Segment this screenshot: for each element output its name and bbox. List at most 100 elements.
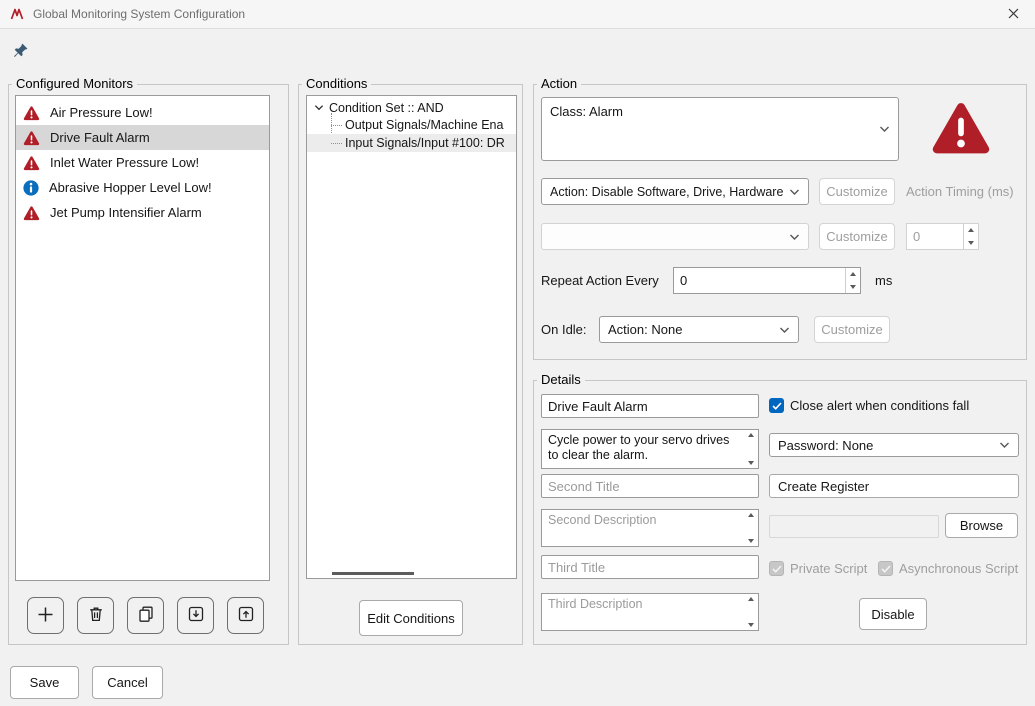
monitor-item-label: Air Pressure Low!: [50, 105, 153, 120]
chevron-down-icon: [789, 188, 800, 195]
spinner-buttons: [845, 268, 860, 293]
monitor-list-item[interactable]: Jet Pump Intensifier Alarm: [16, 200, 269, 225]
alert-title-input[interactable]: [541, 394, 759, 418]
warning-icon: [23, 105, 40, 121]
on-idle-label: On Idle:: [541, 322, 587, 337]
customize-idle-button[interactable]: Customize: [814, 316, 890, 343]
close-alert-checkbox[interactable]: Close alert when conditions fall: [769, 398, 969, 413]
scroll-down-icon[interactable]: [748, 461, 754, 465]
second-title-input[interactable]: [541, 474, 759, 498]
private-script-checkbox[interactable]: Private Script: [769, 561, 867, 576]
monitor-list[interactable]: Air Pressure Low! Drive Fault Alarm Inle…: [15, 95, 270, 581]
alert-description-input[interactable]: Cycle power to your servo drives to clea…: [542, 430, 743, 468]
browse-button[interactable]: Browse: [945, 513, 1018, 538]
scroll-arrows: [744, 431, 757, 467]
repeat-action-label: Repeat Action Every: [541, 273, 659, 288]
spinner-buttons: [963, 224, 978, 249]
conditions-tree[interactable]: Condition Set :: AND Output Signals/Mach…: [306, 95, 517, 579]
title-bar: Global Monitoring System Configuration: [0, 0, 1035, 29]
scroll-down-icon[interactable]: [748, 623, 754, 627]
customize-secondary-button[interactable]: Customize: [819, 223, 895, 250]
window: Global Monitoring System Configuration C…: [0, 0, 1035, 706]
action-label: Action: [537, 76, 581, 91]
save-button[interactable]: Save: [10, 666, 79, 699]
action-group: Action Class: Alarm Action: Disable Soft…: [533, 84, 1027, 360]
monitor-item-label: Abrasive Hopper Level Low!: [49, 180, 212, 195]
import-monitor-button[interactable]: [177, 597, 214, 634]
action-timing-input[interactable]: [907, 224, 962, 249]
monitor-list-item[interactable]: Drive Fault Alarm: [16, 125, 269, 150]
monitor-item-label: Inlet Water Pressure Low!: [50, 155, 199, 170]
action-combobox[interactable]: Action: Disable Software, Drive, Hardwar…: [541, 178, 809, 205]
spin-down-button[interactable]: [964, 237, 978, 250]
third-description-input[interactable]: [542, 594, 743, 630]
scroll-down-icon[interactable]: [748, 539, 754, 543]
class-combobox-value: Class: Alarm: [550, 104, 623, 119]
secondary-action-combobox[interactable]: [541, 223, 809, 250]
scroll-up-icon[interactable]: [748, 433, 754, 437]
tree-node-root[interactable]: Condition Set :: AND: [307, 96, 516, 116]
export-monitor-button[interactable]: [227, 597, 264, 634]
horizontal-scrollbar[interactable]: [332, 572, 414, 575]
spin-up-button[interactable]: [964, 224, 978, 237]
monitor-list-item[interactable]: Air Pressure Low!: [16, 100, 269, 125]
repeat-interval-spinner[interactable]: [673, 267, 861, 294]
spin-up-button[interactable]: [846, 268, 860, 281]
async-script-label: Asynchronous Script: [899, 561, 1018, 576]
scroll-up-icon[interactable]: [748, 597, 754, 601]
tree-node-label: Condition Set :: AND: [329, 101, 444, 115]
chevron-down-icon: [879, 126, 890, 133]
checkbox-disabled-icon: [769, 561, 784, 576]
chevron-down-icon: [999, 442, 1010, 449]
customize-action-button[interactable]: Customize: [819, 178, 895, 205]
cancel-button[interactable]: Cancel: [92, 666, 163, 699]
window-title: Global Monitoring System Configuration: [33, 7, 245, 21]
add-monitor-button[interactable]: [27, 597, 64, 634]
idle-action-combobox[interactable]: Action: None: [599, 316, 799, 343]
async-script-checkbox[interactable]: Asynchronous Script: [878, 561, 1018, 576]
create-register-button[interactable]: Create Register: [769, 474, 1019, 498]
edit-conditions-button[interactable]: Edit Conditions: [359, 600, 463, 636]
scroll-up-icon[interactable]: [748, 513, 754, 517]
conditions-label: Conditions: [302, 76, 371, 91]
script-path-input[interactable]: [769, 515, 939, 538]
delete-monitor-button[interactable]: [77, 597, 114, 634]
tree-node-label: Output Signals/Machine Ena: [345, 118, 503, 132]
third-title-input[interactable]: [541, 555, 759, 579]
details-group: Details Close alert when conditions fall…: [533, 380, 1027, 645]
action-timing-spinner[interactable]: [906, 223, 979, 250]
repeat-interval-input[interactable]: [674, 268, 844, 293]
warning-icon: [23, 205, 40, 221]
alarm-warning-icon: [930, 99, 992, 156]
private-script-label: Private Script: [790, 561, 867, 576]
spin-down-button[interactable]: [846, 281, 860, 294]
monitor-item-label: Drive Fault Alarm: [50, 130, 150, 145]
pin-icon[interactable]: [12, 42, 29, 62]
scroll-arrows: [744, 595, 757, 629]
close-icon: [1008, 7, 1019, 22]
action-combobox-value: Action: Disable Software, Drive, Hardwar…: [550, 185, 783, 199]
export-icon: [236, 604, 256, 627]
monitor-item-label: Jet Pump Intensifier Alarm: [50, 205, 202, 220]
copy-monitor-button[interactable]: [127, 597, 164, 634]
chevron-down-icon[interactable]: [314, 104, 324, 111]
idle-action-combobox-value: Action: None: [608, 322, 682, 337]
alert-description-field: Cycle power to your servo drives to clea…: [541, 429, 759, 469]
configured-monitors-group: Configured Monitors Air Pressure Low! Dr…: [8, 84, 289, 645]
monitor-toolbar: [27, 597, 264, 634]
password-combobox[interactable]: Password: None: [769, 433, 1019, 457]
tree-node-child[interactable]: Input Signals/Input #100: DR: [307, 134, 516, 152]
tree-children: Output Signals/Machine Ena Input Signals…: [307, 116, 516, 152]
monitor-list-item[interactable]: Inlet Water Pressure Low!: [16, 150, 269, 175]
monitor-list-item[interactable]: Abrasive Hopper Level Low!: [16, 175, 269, 200]
info-icon: [23, 180, 39, 196]
configured-monitors-label: Configured Monitors: [12, 76, 137, 91]
close-alert-checkbox-label: Close alert when conditions fall: [790, 398, 969, 413]
tree-node-child[interactable]: Output Signals/Machine Ena: [307, 116, 516, 134]
close-button[interactable]: [991, 0, 1035, 28]
second-description-input[interactable]: [542, 510, 743, 546]
trash-icon: [86, 604, 106, 627]
scroll-arrows: [744, 511, 757, 545]
disable-button[interactable]: Disable: [859, 598, 927, 630]
class-combobox[interactable]: Class: Alarm: [541, 97, 899, 161]
